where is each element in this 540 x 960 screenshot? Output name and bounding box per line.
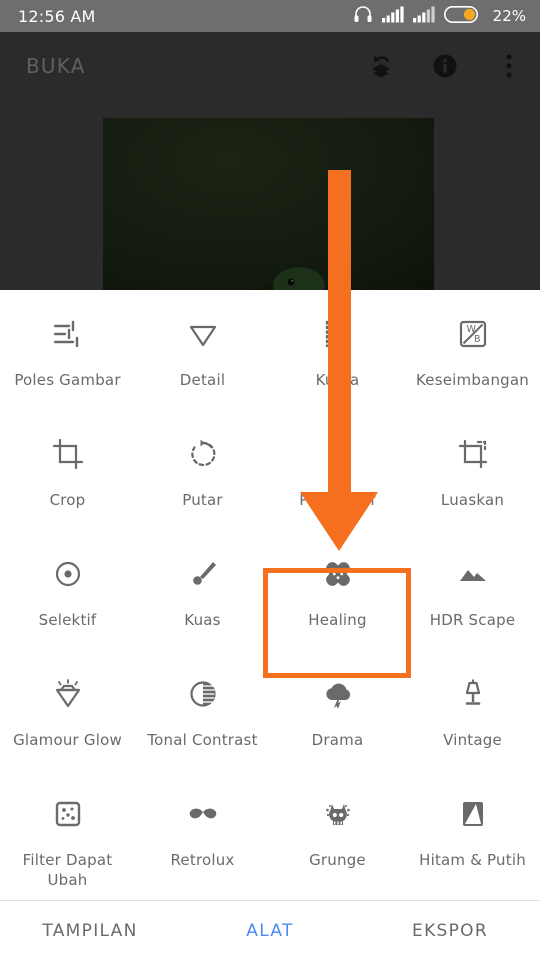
tool-poles-gambar[interactable]: Poles Gambar: [0, 290, 135, 410]
status-bar: 12:56 AM 22%: [0, 0, 540, 32]
battery-icon: [443, 5, 478, 27]
crop-icon: [46, 432, 90, 476]
app-bar-actions: [366, 51, 524, 81]
moustache-icon: [181, 792, 225, 836]
overflow-menu-icon[interactable]: [494, 51, 524, 81]
rotate-icon: [181, 432, 225, 476]
tool-perspektif[interactable]: Perspektif: [270, 410, 405, 530]
tool-label: Healing: [308, 611, 367, 629]
tool-hdr-scape[interactable]: HDR Scape: [405, 530, 540, 650]
tools-sheet: Poles Gambar Detail Kurva W B Keseimbang…: [0, 290, 540, 960]
photo-preview[interactable]: [103, 118, 434, 290]
status-icons: 22%: [353, 5, 526, 27]
tool-retrolux[interactable]: Retrolux: [135, 770, 270, 890]
tool-crop[interactable]: Crop: [0, 410, 135, 530]
grain-dice-icon: [46, 792, 90, 836]
triangle-detail-icon: [181, 312, 225, 356]
tool-label: Hitam & Putih: [419, 851, 526, 869]
tool-label: Keseimbangan: [416, 371, 529, 389]
black-white-icon: [451, 792, 495, 836]
tool-label: Vintage: [443, 731, 502, 749]
tool-label: HDR Scape: [429, 611, 516, 629]
tools-row: Filter Dapat Ubah Retrolux Grunge Hitam …: [0, 770, 540, 890]
tool-label: Kuas: [184, 611, 221, 629]
storm-cloud-icon: [316, 672, 360, 716]
curves-icon: [316, 312, 360, 356]
tool-kuas[interactable]: Kuas: [135, 530, 270, 650]
tool-keseimbangan[interactable]: W B Keseimbangan: [405, 290, 540, 410]
signal-sim2-icon: [412, 5, 435, 27]
bird-silhouette: [250, 267, 325, 290]
tools-row: Selektif Kuas Healing HDR Scape: [0, 530, 540, 650]
tool-label: Poles Gambar: [14, 371, 121, 389]
hdr-mountain-icon: [451, 552, 495, 596]
tonal-contrast-icon: [181, 672, 225, 716]
selective-icon: [46, 552, 90, 596]
tool-healing[interactable]: Healing: [270, 530, 405, 650]
tool-vintage[interactable]: Vintage: [405, 650, 540, 770]
tool-detail[interactable]: Detail: [135, 290, 270, 410]
perspective-icon: [316, 432, 360, 476]
nav-item-ekspor[interactable]: EKSPOR: [360, 921, 540, 941]
headphones-icon: [353, 5, 373, 27]
tool-label: Luaskan: [440, 491, 505, 509]
app-bar: BUKA: [0, 32, 540, 100]
tool-putar[interactable]: Putar: [135, 410, 270, 530]
app-bar-title: BUKA: [26, 54, 86, 78]
tool-grunge[interactable]: Grunge: [270, 770, 405, 890]
healing-bandage-icon: [316, 552, 360, 596]
tool-filter-dapat-ubah[interactable]: Filter Dapat Ubah: [0, 770, 135, 890]
tune-sliders-icon: [46, 312, 90, 356]
tool-label: Drama: [311, 731, 364, 749]
tools-row: Crop Putar Perspektif Luaskan: [0, 410, 540, 530]
nav-item-alat[interactable]: ALAT: [180, 921, 360, 941]
tool-label: Perspektif: [299, 491, 376, 509]
battery-percent: 22%: [492, 7, 526, 25]
tool-hitam-putih[interactable]: Hitam & Putih: [405, 770, 540, 890]
tool-label: Putar: [182, 491, 223, 509]
svg-text:B: B: [474, 334, 481, 345]
signal-sim1-icon: [381, 5, 404, 27]
tool-tonal-contrast[interactable]: Tonal Contrast: [135, 650, 270, 770]
tool-luaskan[interactable]: Luaskan: [405, 410, 540, 530]
tool-selektif[interactable]: Selektif: [0, 530, 135, 650]
bottom-nav: TAMPILAN ALAT EKSPOR: [0, 900, 540, 960]
nav-item-tampilan[interactable]: TAMPILAN: [0, 921, 180, 941]
tool-label: Retrolux: [170, 851, 235, 869]
tool-label: Glamour Glow: [13, 731, 122, 749]
tool-label: Kurva: [315, 371, 360, 389]
expand-icon: [451, 432, 495, 476]
diamond-glow-icon: [46, 672, 90, 716]
tool-label: Selektif: [38, 611, 97, 629]
info-icon[interactable]: [430, 51, 460, 81]
tool-label: Grunge: [309, 851, 366, 869]
undo-stack-icon[interactable]: [366, 51, 396, 81]
tool-label: Detail: [179, 371, 226, 389]
tools-grid: Poles Gambar Detail Kurva W B Keseimbang…: [0, 290, 540, 894]
tool-label: Tonal Contrast: [147, 731, 258, 749]
lamp-icon: [451, 672, 495, 716]
tools-row: Poles Gambar Detail Kurva W B Keseimbang…: [0, 290, 540, 410]
grunge-skull-icon: [316, 792, 360, 836]
tools-row: Glamour Glow Tonal Contrast Drama Vintag…: [0, 650, 540, 770]
tool-label: Crop: [49, 491, 86, 509]
status-clock: 12:56 AM: [18, 6, 96, 26]
tool-kurva[interactable]: Kurva: [270, 290, 405, 410]
app-background: BUKA: [0, 32, 540, 290]
tool-label: Filter Dapat Ubah: [22, 850, 113, 889]
tool-glamour-glow[interactable]: Glamour Glow: [0, 650, 135, 770]
white-balance-icon: W B: [451, 312, 495, 356]
brush-icon: [181, 552, 225, 596]
tool-drama[interactable]: Drama: [270, 650, 405, 770]
